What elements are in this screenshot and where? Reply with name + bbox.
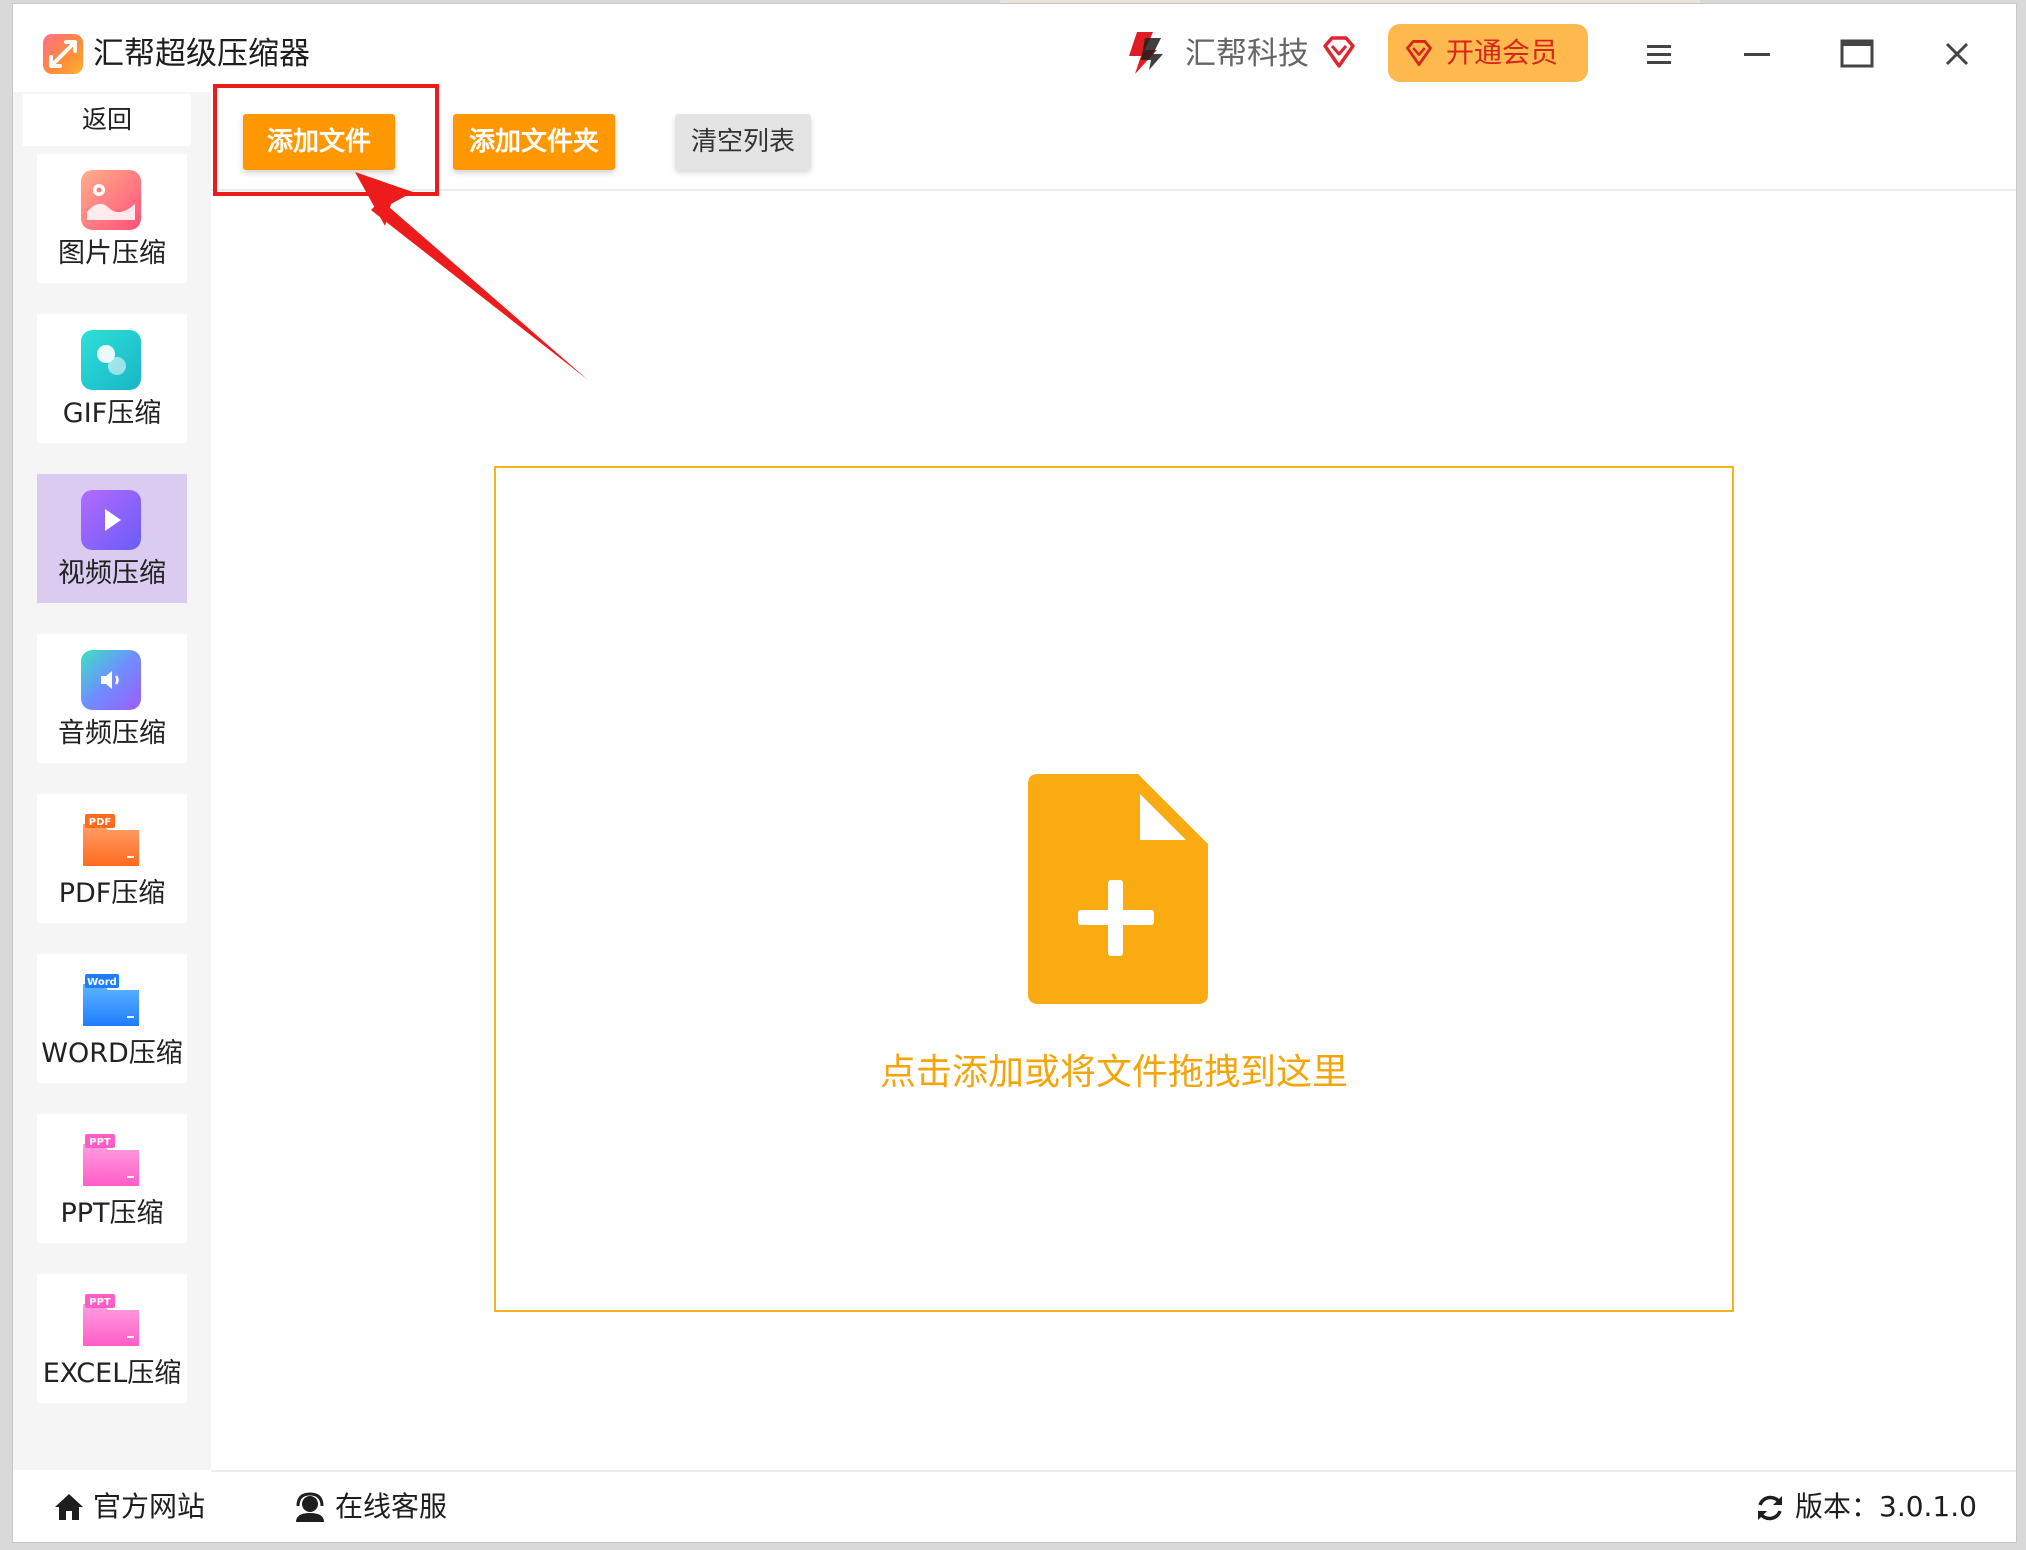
- sidebar-item-audio-compress[interactable]: 音频压缩: [37, 634, 187, 763]
- ppt-folder-icon: PPT: [83, 1134, 139, 1186]
- sidebar-item-pdf-compress[interactable]: PDF PDF压缩: [37, 794, 187, 923]
- ppt-badge: PPT: [89, 1137, 111, 1148]
- footer: 官方网站 在线客服 版本：3.0.1.0: [13, 1472, 2016, 1542]
- sidebar-item-word-compress[interactable]: Word WORD压缩: [37, 954, 187, 1083]
- sidebar-item-label: WORD压缩: [41, 1038, 183, 1069]
- sidebar-item-label: PDF压缩: [58, 878, 166, 909]
- sidebar-item-ppt-compress[interactable]: PPT PPT压缩: [37, 1114, 187, 1243]
- refresh-icon: [1758, 1495, 1782, 1521]
- sidebar-item-label: EXCEL压缩: [42, 1358, 182, 1389]
- file-drop-zone[interactable]: 点击添加或将文件拖拽到这里: [494, 466, 1734, 1312]
- version-label: 版本：3.0.1.0: [1795, 1490, 1977, 1523]
- app-window: 汇帮超级压缩器 汇帮科技 开通会员 返回 图片压缩 GIF压缩 视频压缩 音频压…: [13, 4, 2016, 1542]
- pdf-folder-icon: PDF: [83, 814, 139, 866]
- version-info: 版本：3.0.1.0: [1755, 1484, 1977, 1530]
- sidebar-item-label: 音频压缩: [58, 718, 166, 749]
- sidebar-item-excel-compress[interactable]: PPT EXCEL压缩: [37, 1274, 187, 1403]
- official-website-label: 官方网站: [93, 1490, 206, 1523]
- audio-icon: [81, 650, 141, 710]
- drop-hint-text: 点击添加或将文件拖拽到这里: [879, 1052, 1348, 1093]
- word-folder-icon: Word: [83, 974, 139, 1026]
- headset-icon: [296, 1492, 324, 1522]
- online-service-label: 在线客服: [335, 1490, 448, 1523]
- online-service-link[interactable]: 在线客服: [293, 1484, 447, 1530]
- word-badge: Word: [87, 977, 117, 988]
- pdf-badge: PDF: [89, 817, 111, 828]
- official-website-link[interactable]: 官方网站: [53, 1484, 205, 1530]
- excel-folder-icon: PPT: [83, 1294, 139, 1346]
- sidebar-item-label: PPT压缩: [60, 1198, 164, 1229]
- excel-badge: PPT: [89, 1297, 111, 1308]
- home-icon: [55, 1494, 83, 1520]
- add-file-icon: [1028, 774, 1208, 1004]
